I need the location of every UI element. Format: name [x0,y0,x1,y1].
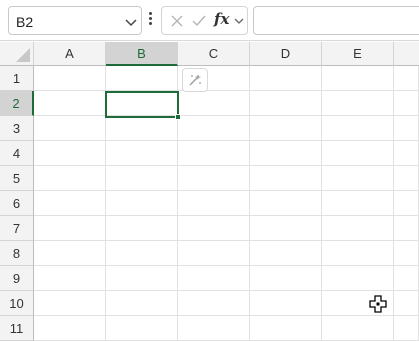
quick-analysis-button[interactable] [182,68,208,92]
cell-a11[interactable] [34,316,106,341]
column-header-f[interactable] [394,42,419,66]
spreadsheet-grid: A B C D E 1 2 3 4 5 6 7 8 9 10 11 [0,42,419,341]
column-header-b[interactable]: B [106,42,178,66]
cell-f6[interactable] [394,191,419,216]
cell-e6[interactable] [322,191,394,216]
cell-e7[interactable] [322,216,394,241]
cell-f4[interactable] [394,141,419,166]
row-header-9[interactable]: 9 [0,266,34,291]
column-header-e[interactable]: E [322,42,394,66]
row-header-1[interactable]: 1 [0,66,34,91]
cell-b2[interactable] [106,91,178,116]
cell-f1[interactable] [394,66,419,91]
cell-d11[interactable] [250,316,322,341]
cell-b4[interactable] [106,141,178,166]
cell-f11[interactable] [394,316,419,341]
formula-buttons: fx [161,6,248,35]
cell-c6[interactable] [178,191,250,216]
select-all-button[interactable] [0,42,34,66]
cell-e5[interactable] [322,166,394,191]
row-header-4[interactable]: 4 [0,141,34,166]
column-header-d[interactable]: D [250,42,322,66]
cell-d10[interactable] [250,291,322,316]
cell-d7[interactable] [250,216,322,241]
cell-b3[interactable] [106,116,178,141]
cell-c5[interactable] [178,166,250,191]
column-header-c[interactable]: C [178,42,250,66]
name-box-value: B2 [16,14,34,30]
cell-f5[interactable] [394,166,419,191]
cell-b1[interactable] [106,66,178,91]
formula-input[interactable] [253,6,419,35]
cell-c9[interactable] [178,266,250,291]
cell-e9[interactable] [322,266,394,291]
cell-b7[interactable] [106,216,178,241]
cell-e1[interactable] [322,66,394,91]
cell-d2[interactable] [250,91,322,116]
row-header-8[interactable]: 8 [0,241,34,266]
cell-f3[interactable] [394,116,419,141]
cell-a8[interactable] [34,241,106,266]
cell-d9[interactable] [250,266,322,291]
cell-e3[interactable] [322,116,394,141]
cell-e11[interactable] [322,316,394,341]
cell-b11[interactable] [106,316,178,341]
cell-a2[interactable] [34,91,106,116]
cell-a6[interactable] [34,191,106,216]
chevron-down-icon[interactable] [124,15,138,29]
cell-d8[interactable] [250,241,322,266]
cell-a3[interactable] [34,116,106,141]
row-header-11[interactable]: 11 [0,316,34,341]
move-cursor-icon [369,295,387,313]
row-header-5[interactable]: 5 [0,166,34,191]
name-box[interactable]: B2 [8,6,142,35]
cell-f10[interactable] [394,291,419,316]
cell-c2[interactable] [178,91,250,116]
cell-a9[interactable] [34,266,106,291]
cell-b10[interactable] [106,291,178,316]
cell-b5[interactable] [106,166,178,191]
cell-c10[interactable] [178,291,250,316]
row-header-6[interactable]: 6 [0,191,34,216]
row-header-7[interactable]: 7 [0,216,34,241]
cell-f2[interactable] [394,91,419,116]
cell-a7[interactable] [34,216,106,241]
row-header-10[interactable]: 10 [0,291,34,316]
cell-d1[interactable] [250,66,322,91]
sparkle-icon [189,74,201,86]
cell-a5[interactable] [34,166,106,191]
cell-d3[interactable] [250,116,322,141]
cell-d6[interactable] [250,191,322,216]
cell-f8[interactable] [394,241,419,266]
cell-c4[interactable] [178,141,250,166]
cell-c3[interactable] [178,116,250,141]
vertical-dots-icon[interactable] [146,11,154,29]
row-header-3[interactable]: 3 [0,116,34,141]
cell-a10[interactable] [34,291,106,316]
cell-e2[interactable] [322,91,394,116]
cell-e4[interactable] [322,141,394,166]
cell-f9[interactable] [394,266,419,291]
cell-c7[interactable] [178,216,250,241]
fill-handle[interactable] [175,114,181,120]
cell-c8[interactable] [178,241,250,266]
cell-a4[interactable] [34,141,106,166]
chevron-down-icon[interactable] [233,15,245,27]
cell-b8[interactable] [106,241,178,266]
cell-d5[interactable] [250,166,322,191]
cell-a1[interactable] [34,66,106,91]
cell-f7[interactable] [394,216,419,241]
cell-d4[interactable] [250,141,322,166]
x-icon[interactable] [168,12,186,30]
insert-function-button[interactable]: fx [214,10,229,28]
cell-b6[interactable] [106,191,178,216]
column-header-a[interactable]: A [34,42,106,66]
formula-bar: B2 fx [0,0,419,41]
check-icon[interactable] [190,12,208,30]
cell-c11[interactable] [178,316,250,341]
cell-e8[interactable] [322,241,394,266]
row-header-2[interactable]: 2 [0,91,34,116]
cell-b9[interactable] [106,266,178,291]
